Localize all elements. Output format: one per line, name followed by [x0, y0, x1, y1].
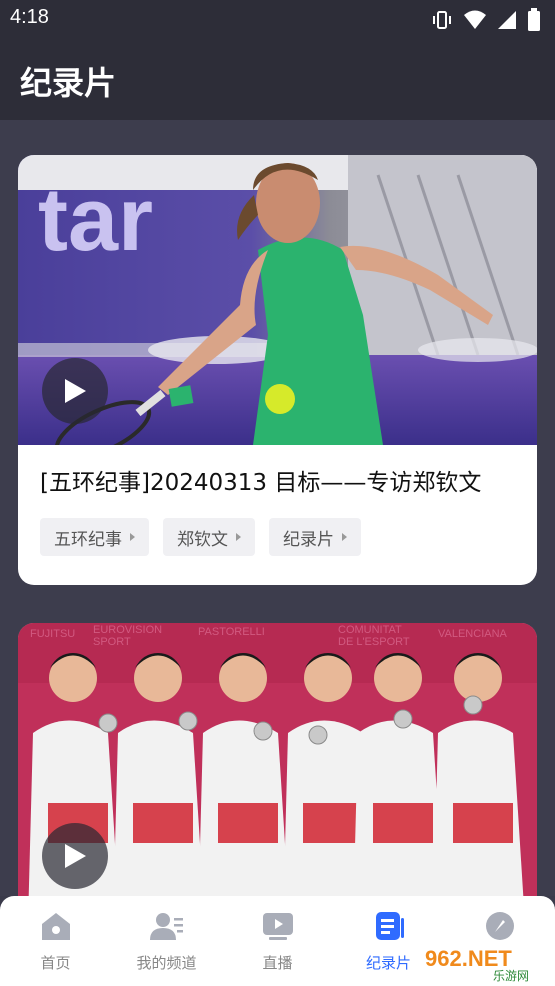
svg-text:SPORT: SPORT: [93, 636, 131, 648]
app-bar: 纪录片: [0, 40, 555, 120]
status-time: 4:18: [10, 6, 49, 28]
page-title: 纪录片: [20, 64, 117, 102]
status-bar: 4:18: [0, 0, 555, 40]
caret-right-icon: [236, 533, 241, 541]
watermark-text-top: 962.NET: [425, 946, 512, 971]
nav-label: 纪录片: [365, 954, 411, 972]
tag-list: 五环纪事 郑钦文 纪录片: [40, 518, 361, 556]
caret-right-icon: [342, 533, 347, 541]
watermark-text-bottom: 乐游网: [493, 969, 529, 983]
svg-text:VALENCIANA: VALENCIANA: [438, 628, 508, 640]
battery-icon: [527, 8, 541, 36]
status-icons: [431, 8, 541, 36]
caret-right-icon: [130, 533, 135, 541]
play-button[interactable]: [42, 823, 108, 889]
live-icon: [261, 910, 295, 946]
nav-item-my-channel[interactable]: 我的频道: [111, 910, 222, 980]
wifi-icon: [463, 9, 487, 35]
play-icon: [62, 842, 88, 870]
svg-text:EUROVISION: EUROVISION: [93, 624, 162, 636]
nav-label: 我的频道: [136, 954, 197, 972]
tag-chip[interactable]: 郑钦文: [163, 518, 255, 556]
documentary-list[interactable]: tar [五环纪事]20240313 目标——专访郑钦文 五环纪事 郑钦文 纪录…: [0, 120, 555, 896]
play-icon: [62, 377, 88, 405]
tag-label: 郑钦文: [177, 529, 228, 550]
tag-chip[interactable]: 纪录片: [269, 518, 361, 556]
vibrate-icon: [431, 9, 453, 35]
play-button[interactable]: [42, 358, 108, 424]
video-thumbnail[interactable]: FUJITSU EUROVISION SPORT PASTORELLI COMU…: [18, 623, 537, 896]
video-card[interactable]: FUJITSU EUROVISION SPORT PASTORELLI COMU…: [18, 623, 537, 896]
svg-text:COMUNITAT: COMUNITAT: [338, 624, 402, 636]
video-title[interactable]: [五环纪事]20240313 目标——专访郑钦文: [40, 463, 481, 497]
watermark-logo: 962.NET 乐游网: [415, 938, 555, 986]
home-icon: [39, 910, 73, 946]
tag-chip[interactable]: 五环纪事: [40, 518, 149, 556]
svg-text:DE L'ESPORT: DE L'ESPORT: [338, 636, 410, 648]
svg-text:FUJITSU: FUJITSU: [30, 628, 75, 640]
nav-item-live[interactable]: 直播: [222, 910, 333, 980]
nav-label: 首页: [40, 954, 71, 972]
video-thumbnail[interactable]: tar: [18, 155, 537, 445]
nav-item-home[interactable]: 首页: [0, 910, 111, 980]
documentary-icon: [372, 910, 406, 946]
tag-label: 纪录片: [283, 529, 334, 550]
my-channel-icon: [149, 910, 184, 946]
tag-label: 五环纪事: [54, 529, 122, 550]
nav-label: 直播: [262, 954, 293, 972]
svg-text:tar: tar: [38, 170, 153, 270]
signal-icon: [497, 9, 517, 35]
video-card[interactable]: tar [五环纪事]20240313 目标——专访郑钦文 五环纪事 郑钦文 纪录…: [18, 155, 537, 585]
svg-text:PASTORELLI: PASTORELLI: [198, 626, 265, 638]
